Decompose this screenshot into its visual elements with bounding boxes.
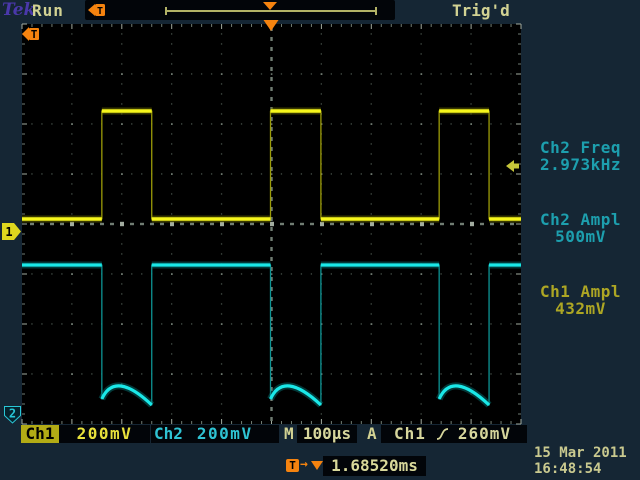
ch2-trace [22,265,521,405]
measurement-label: Ch2 Freq [521,139,640,156]
ch2-label: Ch2 [151,425,183,443]
measurement-ch2-ampl: Ch2 Ampl 500mV [521,211,640,245]
date: 15 Mar 2011 [534,445,627,461]
right-arrow-icon: → [300,457,308,472]
trigger-settings: Ch1 260mV [381,425,527,443]
trigger-letter: T [31,28,38,41]
ch2-reference-marker: 2 [4,406,22,424]
measurement-ch2-freq: Ch2 Freq 2.973kHz [521,139,640,173]
ch2-scale-group: Ch2 200mV [151,425,279,443]
trigger-letter: T [97,6,103,17]
ch1-scale: 200mV [59,425,150,443]
record-window-position-icon [263,2,277,10]
svg-text:1: 1 [5,225,12,239]
trigger-offscreen-left-icon [22,27,29,41]
acquisition-state: Run [32,1,64,20]
measurement-label: Ch1 Ampl [521,283,640,300]
measurement-label: Ch2 Ampl [521,211,640,228]
ch1-reference-marker: 1 [2,223,22,240]
trigger-position-top-icon [264,20,279,31]
measurement-ch1-ampl: Ch1 Ampl 432mV [521,283,640,317]
graticule: T [22,24,521,424]
record-length-bar [165,10,377,12]
measurement-value: 500mV [521,228,640,245]
trigger-status: Trig'd [452,1,510,20]
svg-text:2: 2 [9,407,16,421]
oscilloscope-screen: Tek Run T Trig'd T 1 2 Ch2 Freq 2.973kHz… [0,0,640,480]
trigger-left-arrow-icon: T [88,2,106,18]
trigger-position-icon [311,461,323,470]
datetime: 15 Mar 2011 16:48:54 [534,445,627,477]
trigger-level-arrow-icon [506,160,519,172]
trigger-group-label: A [367,425,377,443]
time: 16:48:54 [534,461,627,477]
waveform-display: T [22,24,521,424]
trigger-level: 260mV [458,425,511,443]
measurement-value: 2.973kHz [521,156,640,173]
rising-edge-icon [436,427,449,441]
trigger-delay-readout: 1.68520ms [323,456,426,476]
timebase-label: M [284,425,294,443]
ch2-trace-glow [22,265,521,405]
timebase-value: 100µs [297,425,357,443]
ch2-scale: 200mV [197,425,253,443]
trigger-source: Ch1 [394,425,426,443]
measurement-value: 432mV [521,300,640,317]
ch2-trace-edges [22,265,521,405]
trigger-delay-t-icon: T [286,459,299,472]
tek-logo: Tek [2,0,35,20]
ch1-label: Ch1 [21,425,59,443]
